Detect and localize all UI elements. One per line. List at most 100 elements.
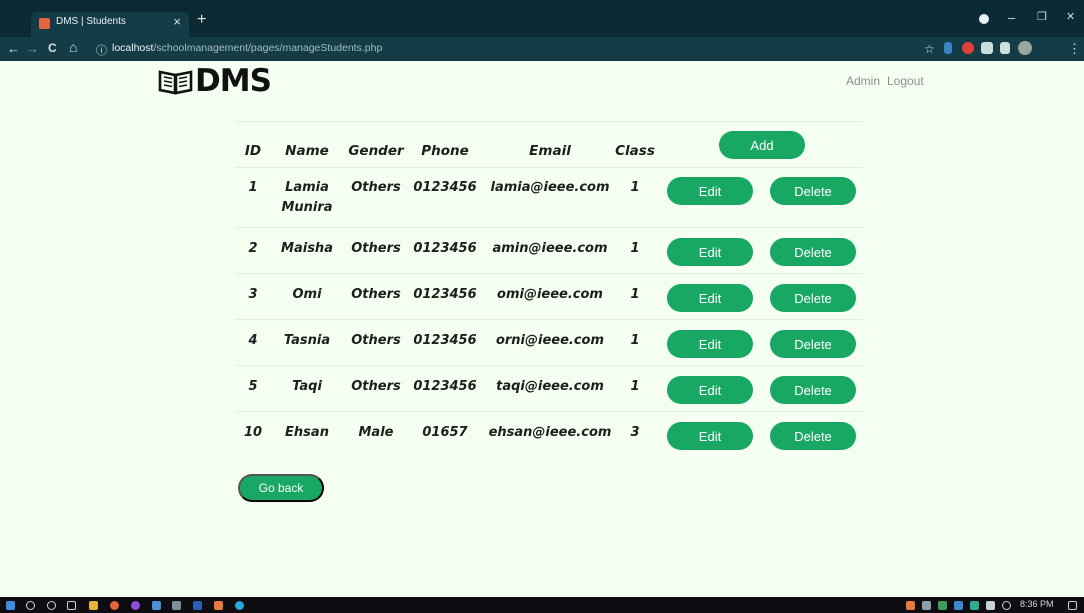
- delete-button[interactable]: Delete: [770, 177, 856, 205]
- file-explorer-icon[interactable]: [89, 601, 98, 610]
- site-info-icon[interactable]: ⓘ: [96, 42, 107, 58]
- edit-button[interactable]: Edit: [667, 376, 753, 404]
- os-taskbar: 8:36 PM: [0, 597, 1084, 613]
- cell-name: Lamia Munira: [281, 180, 333, 215]
- edit-button[interactable]: Edit: [667, 238, 753, 266]
- cell-id: 10: [243, 425, 263, 440]
- cell-id: 3: [248, 287, 258, 302]
- tray-icon[interactable]: [970, 601, 979, 610]
- new-tab-button[interactable]: +: [197, 11, 206, 29]
- avatar[interactable]: [1018, 41, 1032, 55]
- app-icon[interactable]: [152, 601, 161, 610]
- taskbar-clock[interactable]: 8:36 PM: [1020, 599, 1054, 609]
- home-button[interactable]: ⌂: [69, 39, 77, 55]
- tab-close-icon[interactable]: ×: [173, 14, 181, 29]
- students-table: ID Name Gender Phone Email Class Add 1 L…: [235, 121, 863, 457]
- tray-icon[interactable]: [954, 601, 963, 610]
- edit-button[interactable]: Edit: [667, 284, 753, 312]
- add-student-button[interactable]: Add: [719, 131, 805, 159]
- search-icon[interactable]: [26, 601, 35, 610]
- chrome-icon[interactable]: [110, 601, 119, 610]
- cell-id: 4: [248, 333, 258, 348]
- cell-phone: 0123456: [413, 241, 477, 256]
- edge-icon[interactable]: [235, 601, 244, 610]
- cell-id: 1: [248, 180, 258, 195]
- cell-class: 1: [630, 379, 640, 394]
- cortana-icon[interactable]: [47, 601, 56, 610]
- cell-name: Omi: [292, 287, 322, 302]
- table-row: 4 Tasnia Others 0123456 orni@ieee.com 1 …: [235, 319, 863, 365]
- close-window-button[interactable]: ✕: [1066, 10, 1075, 23]
- app-icon[interactable]: [172, 601, 181, 610]
- notifications-icon[interactable]: [1068, 601, 1077, 610]
- bookmark-star-icon[interactable]: ☆: [924, 42, 935, 56]
- extension-icon[interactable]: [981, 42, 993, 54]
- windows-start-icon[interactable]: [6, 601, 15, 610]
- cell-phone: 0123456: [413, 333, 477, 348]
- xampp-icon[interactable]: [214, 601, 223, 610]
- address-bar: ← → C ⌂ ⓘ localhost/schoolmanagement/pag…: [0, 37, 1084, 61]
- task-view-icon[interactable]: [67, 601, 76, 610]
- delete-button[interactable]: Delete: [770, 376, 856, 404]
- cell-gender: Others: [351, 287, 401, 302]
- edit-button[interactable]: Edit: [667, 422, 753, 450]
- reload-button[interactable]: C: [48, 41, 57, 55]
- browser-menu-icon[interactable]: ⋮: [1068, 41, 1081, 57]
- cell-id: 2: [248, 241, 258, 256]
- url-field[interactable]: localhost/schoolmanagement/pages/manageS…: [112, 42, 382, 54]
- delete-button[interactable]: Delete: [770, 422, 856, 450]
- messenger-icon[interactable]: [131, 601, 140, 610]
- delete-button[interactable]: Delete: [770, 284, 856, 312]
- url-host: localhost: [112, 42, 154, 54]
- cell-email: orni@ieee.com: [495, 333, 605, 348]
- word-icon[interactable]: [193, 601, 202, 610]
- table-header-row: ID Name Gender Phone Email Class Add: [235, 121, 863, 167]
- cell-phone: 01657: [422, 425, 468, 440]
- cell-name: Maisha: [281, 241, 333, 256]
- cell-email: omi@ieee.com: [497, 287, 603, 302]
- go-back-button[interactable]: Go back: [238, 474, 324, 502]
- table-row: 5 Taqi Others 0123456 taqi@ieee.com 1 Ed…: [235, 365, 863, 411]
- cell-email: ehsan@ieee.com: [488, 425, 612, 440]
- cell-phone: 0123456: [413, 180, 477, 195]
- table-row: 10 Ehsan Male 01657 ehsan@ieee.com 3 Edi…: [235, 411, 863, 457]
- table-row: 2 Maisha Others 0123456 amin@ieee.com 1 …: [235, 227, 863, 273]
- site-logo[interactable]: DMS: [158, 63, 272, 99]
- cell-class: 1: [630, 333, 640, 348]
- extension-adblock-icon[interactable]: [962, 42, 974, 54]
- cell-phone: 0123456: [413, 287, 477, 302]
- battery-icon[interactable]: [986, 601, 995, 610]
- browser-tab[interactable]: DMS | Students ×: [31, 12, 189, 37]
- column-header-email: Email: [529, 143, 571, 159]
- table-row: 3 Omi Others 0123456 omi@ieee.com 1 Edit…: [235, 273, 863, 319]
- extension-audio-icon[interactable]: [944, 42, 952, 54]
- logo-text: DMS: [195, 63, 272, 99]
- cell-class: 3: [630, 425, 640, 440]
- cell-gender: Others: [351, 241, 401, 256]
- tab-title: DMS | Students: [56, 16, 126, 27]
- volume-icon[interactable]: [1002, 601, 1011, 610]
- edit-button[interactable]: Edit: [667, 330, 753, 358]
- nav-link-logout[interactable]: Logout: [887, 74, 924, 88]
- profile-icon[interactable]: [979, 14, 989, 24]
- restore-button[interactable]: ❐: [1037, 10, 1047, 23]
- column-header-gender: Gender: [348, 143, 404, 159]
- delete-button[interactable]: Delete: [770, 330, 856, 358]
- tray-icon[interactable]: [938, 601, 947, 610]
- cell-class: 1: [630, 241, 640, 256]
- cell-name: Taqi: [292, 379, 322, 394]
- back-button[interactable]: ←: [7, 41, 20, 56]
- cell-email: taqi@ieee.com: [496, 379, 604, 394]
- favicon-icon: [39, 18, 50, 29]
- nav-link-admin[interactable]: Admin: [846, 74, 880, 88]
- tray-icon[interactable]: [922, 601, 931, 610]
- column-header-name: Name: [285, 143, 329, 159]
- edit-button[interactable]: Edit: [667, 177, 753, 205]
- column-header-class: Class: [615, 143, 655, 159]
- minimize-button[interactable]: –: [1008, 10, 1015, 25]
- forward-button[interactable]: →: [26, 41, 39, 56]
- delete-button[interactable]: Delete: [770, 238, 856, 266]
- tray-icon[interactable]: [906, 601, 915, 610]
- table-row: 1 Lamia Munira Others 0123456 lamia@ieee…: [235, 167, 863, 227]
- extensions-puzzle-icon[interactable]: [1000, 42, 1010, 54]
